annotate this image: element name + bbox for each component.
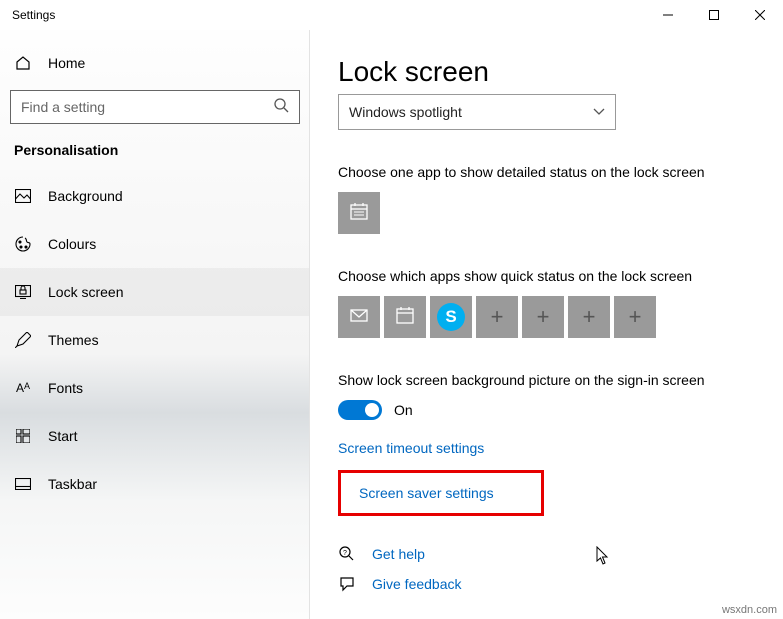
help-icon: ?	[338, 546, 356, 562]
minimize-button[interactable]	[645, 0, 691, 30]
quick-status-label: Choose which apps show quick status on t…	[338, 268, 783, 284]
toggle-state-label: On	[394, 402, 413, 418]
chevron-down-icon	[593, 103, 605, 121]
screen-timeout-link[interactable]: Screen timeout settings	[338, 440, 783, 456]
background-dropdown[interactable]: Windows spotlight	[338, 94, 616, 130]
give-feedback-link[interactable]: Give feedback	[372, 576, 462, 592]
calendar-icon	[349, 201, 369, 226]
window-controls	[645, 0, 783, 30]
skype-icon: S	[437, 303, 465, 331]
watermark: wsxdn.com	[722, 604, 777, 616]
signin-picture-label: Show lock screen background picture on t…	[338, 372, 783, 388]
maximize-button[interactable]	[691, 0, 737, 30]
feedback-icon	[338, 576, 356, 592]
plus-icon: +	[583, 304, 596, 330]
page-title: Lock screen	[338, 56, 783, 88]
detailed-app-tile-calendar[interactable]	[338, 192, 380, 234]
plus-icon: +	[537, 304, 550, 330]
sidebar-item-label: Start	[48, 428, 78, 444]
sidebar-item-background[interactable]: Background	[0, 172, 310, 220]
startgrid-icon	[14, 429, 32, 443]
sidebar-category: Personalisation	[0, 136, 310, 172]
sidebar-item-lock-screen[interactable]: Lock screen	[0, 268, 310, 316]
sidebar-item-themes[interactable]: Themes	[0, 316, 310, 364]
search-icon	[273, 97, 289, 118]
lockscreen-icon	[14, 285, 32, 299]
sidebar-item-label: Background	[48, 188, 123, 204]
get-help-link[interactable]: Get help	[372, 546, 425, 562]
screen-saver-link[interactable]: Screen saver settings	[338, 470, 544, 516]
quick-app-tile-add-2[interactable]: +	[522, 296, 564, 338]
sidebar-item-label: Fonts	[48, 380, 83, 396]
quick-app-tile-calendar[interactable]	[384, 296, 426, 338]
quick-app-tile-skype[interactable]: S	[430, 296, 472, 338]
pencil-icon	[14, 332, 32, 348]
palette-icon	[14, 236, 32, 252]
sidebar-item-label: Themes	[48, 332, 99, 348]
sidebar-item-colours[interactable]: Colours	[0, 220, 310, 268]
sidebar: Home Personalisation Background Colours	[0, 30, 310, 619]
calendar-icon	[395, 305, 415, 330]
image-icon	[14, 189, 32, 203]
dropdown-value: Windows spotlight	[349, 104, 593, 120]
quick-app-tile-add-1[interactable]: +	[476, 296, 518, 338]
font-icon: AA	[14, 381, 32, 395]
quick-app-tile-add-4[interactable]: +	[614, 296, 656, 338]
titlebar: Settings	[0, 0, 783, 30]
detailed-status-label: Choose one app to show detailed status o…	[338, 164, 783, 180]
sidebar-item-label: Taskbar	[48, 476, 97, 492]
sidebar-item-start[interactable]: Start	[0, 412, 310, 460]
window-title: Settings	[12, 8, 55, 22]
quick-app-tile-mail[interactable]	[338, 296, 380, 338]
signin-picture-toggle[interactable]	[338, 400, 382, 420]
sidebar-item-taskbar[interactable]: Taskbar	[0, 460, 310, 508]
main-content: Lock screen Windows spotlight Choose one…	[310, 30, 783, 619]
home-icon	[14, 55, 32, 71]
taskbar-icon	[14, 478, 32, 490]
search-input[interactable]	[21, 99, 273, 115]
sidebar-home[interactable]: Home	[0, 42, 310, 84]
sidebar-home-label: Home	[48, 55, 85, 71]
plus-icon: +	[629, 304, 642, 330]
sidebar-item-fonts[interactable]: AA Fonts	[0, 364, 310, 412]
sidebar-item-label: Colours	[48, 236, 96, 252]
sidebar-item-label: Lock screen	[48, 284, 123, 300]
search-input-wrap[interactable]	[10, 90, 300, 124]
plus-icon: +	[491, 304, 504, 330]
mail-icon	[349, 305, 369, 330]
close-button[interactable]	[737, 0, 783, 30]
quick-app-tile-add-3[interactable]: +	[568, 296, 610, 338]
svg-text:?: ?	[343, 550, 347, 557]
